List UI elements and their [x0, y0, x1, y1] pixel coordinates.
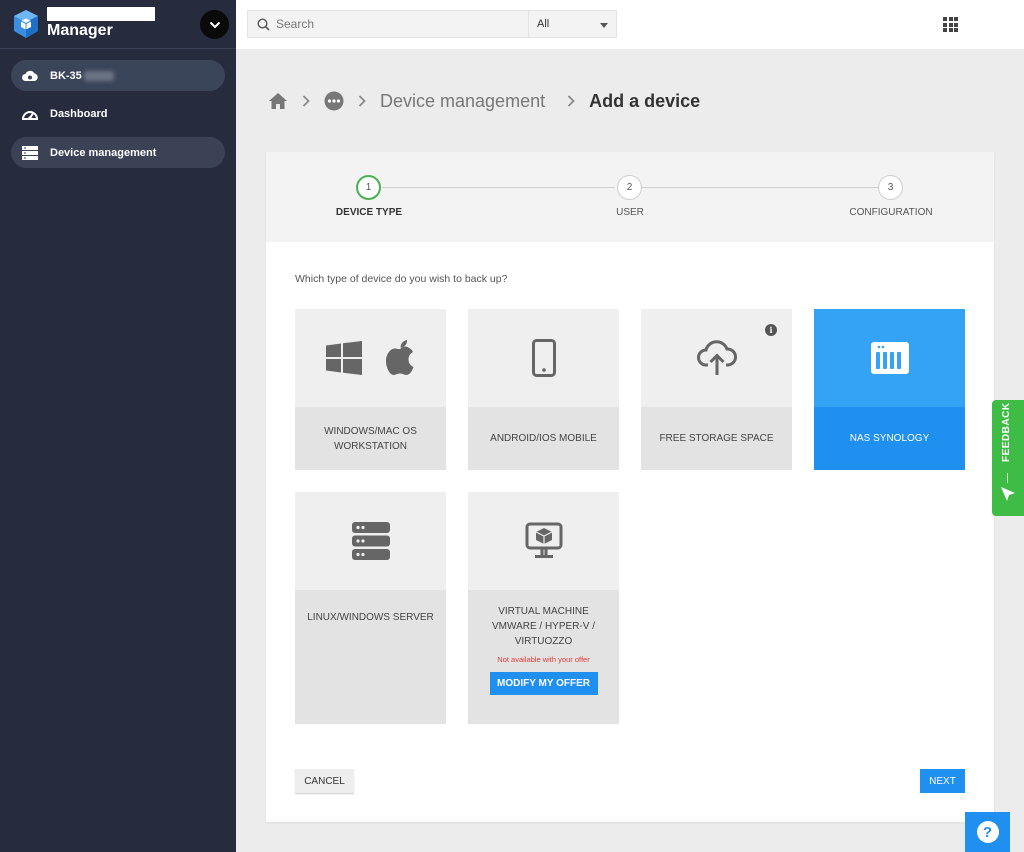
- step-1-circle: 1: [356, 175, 381, 200]
- tile-virtual-machine[interactable]: VIRTUAL MACHINE VMWARE / HYPER-V / VIRTU…: [468, 492, 619, 724]
- tile-label: NAS SYNOLOGY: [849, 433, 930, 444]
- redacted-name: [47, 7, 155, 21]
- sidebar: Manager BK-35 Dashboard Device managemen…: [0, 0, 236, 852]
- help-icon: ?: [976, 821, 999, 843]
- tile-label: WINDOWS/MAC OS WORKSTATION: [324, 425, 417, 452]
- caret-down-icon: [600, 23, 608, 28]
- chevron-right-icon: [358, 95, 366, 107]
- sidebar-item-device-management[interactable]: Device management: [11, 137, 225, 168]
- tile-windows-mac-workstation[interactable]: WINDOWS/MAC OS WORKSTATION: [295, 309, 446, 470]
- sidebar-header: Manager: [0, 0, 236, 49]
- sidebar-item-account[interactable]: BK-35: [11, 60, 225, 91]
- step-3-circle: 3: [878, 175, 903, 200]
- help-button[interactable]: ?: [965, 812, 1010, 852]
- apps-grid-icon[interactable]: [943, 17, 958, 32]
- breadcrumb-link-device-management[interactable]: Device management: [380, 91, 545, 112]
- app-title: Manager: [47, 22, 113, 39]
- cloud-upload-icon: [696, 340, 737, 375]
- step-2-label: USER: [616, 207, 644, 218]
- tile-label: VIRTUAL MACHINE VMWARE / HYPER-V / VIRTU…: [492, 606, 595, 647]
- search-box: [247, 10, 528, 38]
- search-scope-select[interactable]: All: [528, 10, 617, 38]
- tile-label: FREE STORAGE SPACE: [659, 433, 774, 444]
- server-icon: [21, 145, 39, 161]
- tile-nas-synology[interactable]: NAS SYNOLOGY: [814, 309, 965, 470]
- nas-icon: [870, 342, 909, 374]
- modify-offer-button[interactable]: MODIFY MY OFFER: [489, 672, 598, 695]
- cancel-button[interactable]: CANCEL: [295, 769, 354, 793]
- feedback-label: FEEDBACK: [1001, 402, 1012, 462]
- tile-free-storage-space[interactable]: i FREE STORAGE SPACE: [641, 309, 792, 470]
- app-logo-icon: [14, 10, 38, 38]
- apple-icon: [385, 340, 413, 375]
- server-stack-icon: [351, 522, 390, 560]
- account-menu-toggle[interactable]: [200, 10, 229, 39]
- home-icon[interactable]: [268, 92, 288, 110]
- info-icon[interactable]: i: [765, 324, 777, 336]
- wizard-question: Which type of device do you wish to back…: [295, 273, 508, 285]
- chevron-down-icon: [209, 21, 220, 28]
- tile-linux-windows-server[interactable]: LINUX/WINDOWS SERVER: [295, 492, 446, 724]
- virtual-machine-icon: [525, 522, 562, 558]
- cloud-icon: [21, 68, 39, 84]
- more-icon[interactable]: [324, 91, 344, 111]
- mobile-icon: [531, 339, 556, 377]
- sidebar-item-label: Dashboard: [50, 107, 108, 120]
- chevron-right-icon: [302, 95, 310, 107]
- step-connector: [642, 187, 878, 188]
- step-1-label: DEVICE TYPE: [335, 207, 403, 218]
- search-scope-value: All: [537, 18, 550, 30]
- add-device-panel: 1 DEVICE TYPE 2 USER 3 CONFIGURATION Whi…: [266, 152, 994, 822]
- step-2-circle: 2: [617, 175, 642, 200]
- blurred-text: [83, 70, 114, 81]
- tile-android-ios-mobile[interactable]: ANDROID/IOS MOBILE: [468, 309, 619, 470]
- dashboard-icon: [21, 106, 39, 122]
- stepper: 1 DEVICE TYPE 2 USER 3 CONFIGURATION: [266, 152, 994, 242]
- page-title: Add a device: [589, 90, 701, 111]
- step-connector: [382, 187, 615, 188]
- step-3-label: CONFIGURATION: [849, 207, 933, 218]
- sidebar-item-label: Device management: [50, 146, 157, 159]
- search-input[interactable]: [276, 17, 506, 31]
- feedback-divider: [1007, 473, 1008, 483]
- search-icon: [257, 17, 270, 31]
- account-label: BK-35: [50, 69, 82, 82]
- tile-label: LINUX/WINDOWS SERVER: [307, 612, 434, 623]
- sidebar-item-dashboard[interactable]: Dashboard: [11, 98, 225, 129]
- send-icon: [1001, 487, 1015, 501]
- top-bar: All: [236, 0, 1024, 49]
- chevron-right-icon: [567, 95, 575, 107]
- breadcrumb: Device management Add a device: [268, 86, 700, 116]
- windows-icon: [325, 341, 362, 375]
- tile-label: ANDROID/IOS MOBILE: [490, 433, 597, 444]
- feedback-tab[interactable]: FEEDBACK: [992, 400, 1024, 516]
- next-button[interactable]: NEXT: [920, 769, 965, 793]
- not-available-notice: Not available with your offer: [497, 655, 590, 664]
